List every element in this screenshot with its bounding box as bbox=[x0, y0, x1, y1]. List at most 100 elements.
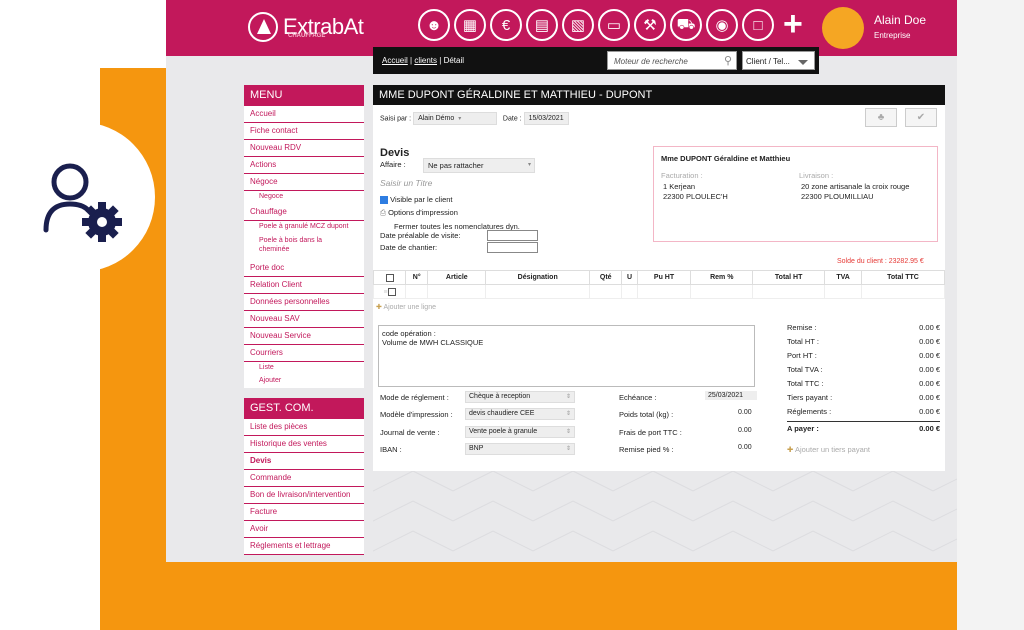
billing-label: Facturation : bbox=[661, 171, 703, 180]
cell[interactable] bbox=[824, 284, 862, 299]
select-all-checkbox[interactable] bbox=[385, 273, 394, 282]
search-input[interactable]: Moteur de recherche ⚲ bbox=[607, 51, 737, 70]
cell[interactable] bbox=[621, 284, 638, 299]
user-icon[interactable]: ☻ bbox=[418, 9, 450, 41]
folder-icon[interactable]: □ bbox=[742, 9, 774, 41]
affaire-select[interactable]: Ne pas rattacher ▾ bbox=[423, 158, 535, 173]
breadcrumb-clients[interactable]: clients bbox=[414, 56, 437, 65]
print-icon[interactable]: ⎙ bbox=[380, 208, 386, 217]
cell[interactable] bbox=[427, 284, 487, 299]
poids-value[interactable]: 0.00 bbox=[735, 408, 755, 417]
keyboard-icon[interactable]: ▧ bbox=[562, 9, 594, 41]
modele-value: devis chaudiere CEE bbox=[469, 410, 535, 417]
add-tiers-button[interactable]: ✚ Ajouter un tiers payant bbox=[787, 445, 870, 454]
chevron-down-icon: ⇕ bbox=[565, 446, 571, 452]
sidebar-item-fiche-contact[interactable]: Fiche contact bbox=[244, 123, 364, 140]
total-value: 0.00 € bbox=[919, 379, 940, 388]
mode-select[interactable]: Chèque à reception ⇕ bbox=[465, 391, 575, 403]
sidebar-item-donn-es-personnelles[interactable]: Données personnelles bbox=[244, 294, 364, 311]
invoice-icon[interactable]: ▤ bbox=[526, 9, 558, 41]
journal-select[interactable]: Vente poele à granule ⇕ bbox=[465, 426, 575, 438]
visite-date-field[interactable] bbox=[487, 230, 538, 241]
sidebar: MENU Accueil Fiche contact Nouveau RDV Acti… bbox=[244, 85, 364, 555]
top-icons: ☻ ▦ € ▤ ▧ ▭ ⚒ ⛟ ◉ □ bbox=[418, 9, 774, 41]
sidebar-item-facture[interactable]: Facture bbox=[244, 504, 364, 521]
total-row: Réglements : 0.00 € bbox=[787, 407, 940, 421]
add-icon[interactable]: + bbox=[783, 7, 803, 41]
search-icon[interactable]: ⚲ bbox=[724, 54, 732, 67]
avatar[interactable] bbox=[822, 7, 864, 49]
plus-icon: ✚ bbox=[787, 445, 794, 454]
sidebar-item-porte-doc[interactable]: Porte doc bbox=[244, 260, 364, 277]
client-select[interactable]: Client / Tel... bbox=[742, 51, 815, 70]
sidebar-item-liste-des-pi-ces[interactable]: Liste des pièces bbox=[244, 419, 364, 436]
billing-line-2: 22300 PLOULEC'H bbox=[663, 192, 728, 201]
add-line-button[interactable]: ✚ Ajouter une ligne bbox=[376, 303, 436, 311]
sidebar-item-negoce[interactable]: Negoce bbox=[244, 191, 364, 204]
cell[interactable] bbox=[485, 284, 591, 299]
echeance-field[interactable]: 25/03/2021 bbox=[705, 391, 757, 400]
map-pin-icon[interactable]: ◉ bbox=[706, 9, 738, 41]
sidebar-item-actions[interactable]: Actions bbox=[244, 157, 364, 174]
calendar-icon[interactable]: ▦ bbox=[454, 9, 486, 41]
row-checkbox[interactable] bbox=[387, 287, 396, 296]
frais-value[interactable]: 0.00 bbox=[735, 426, 755, 435]
user-role: Entreprise bbox=[874, 31, 911, 40]
check-icon[interactable]: ✔ bbox=[905, 108, 937, 127]
sidebar-item-historique-des-ventes[interactable]: Historique des ventes bbox=[244, 436, 364, 453]
sidebar-item-accueil[interactable]: Accueil bbox=[244, 106, 364, 123]
euro-icon[interactable]: € bbox=[490, 9, 522, 41]
iban-select[interactable]: BNP ⇕ bbox=[465, 443, 575, 455]
card-icon[interactable]: ▭ bbox=[598, 9, 630, 41]
sidebar-item-nouveau-service[interactable]: Nouveau Service bbox=[244, 328, 364, 345]
clover-icon[interactable]: ♣ bbox=[865, 108, 897, 127]
mode-label: Mode de réglement : bbox=[380, 393, 449, 402]
sidebar-item-courriers[interactable]: Courriers bbox=[244, 345, 364, 362]
sidebar-item-bon-de-livraison-intervention[interactable]: Bon de livraison/intervention bbox=[244, 487, 364, 504]
sidebar-item-nouveau-rdv[interactable]: Nouveau RDV bbox=[244, 140, 364, 157]
sidebar-item-relation-client[interactable]: Relation Client bbox=[244, 277, 364, 294]
title-input[interactable]: Saisir un Titre bbox=[380, 178, 432, 188]
cell[interactable] bbox=[752, 284, 826, 299]
sidebar-item-poele-granul-mcz-dupont[interactable]: Poele à granulé MCZ dupont bbox=[244, 221, 364, 234]
sidebar-item-nouveau-sav[interactable]: Nouveau SAV bbox=[244, 311, 364, 328]
cell[interactable] bbox=[589, 284, 623, 299]
truck-icon[interactable]: ⛟ bbox=[670, 9, 702, 41]
cell[interactable] bbox=[636, 284, 692, 299]
total-label: Total TTC : bbox=[787, 379, 824, 388]
notes-line-2: Volume de MWH CLASSIQUE bbox=[382, 338, 484, 347]
cell[interactable] bbox=[690, 284, 754, 299]
sidebar-item-commande[interactable]: Commande bbox=[244, 470, 364, 487]
total-value: 0.00 € bbox=[919, 424, 940, 433]
table-row: ≡ bbox=[373, 284, 946, 299]
sidebar-item-poele-bois-dans-la-chemin-e[interactable]: Poele à bois dans la cheminée bbox=[244, 234, 364, 260]
visible-label: Visible par le client bbox=[390, 195, 453, 204]
cell[interactable] bbox=[404, 284, 429, 299]
remise-pied-value[interactable]: 0.00 bbox=[735, 443, 755, 452]
options-label[interactable]: Options d'impression bbox=[388, 208, 458, 217]
sidebar-item-r-glements-et-lettrage[interactable]: Réglements et lettrage bbox=[244, 538, 364, 555]
total-label: A payer : bbox=[787, 424, 819, 433]
tools-icon[interactable]: ⚒ bbox=[634, 9, 666, 41]
cell[interactable] bbox=[860, 284, 946, 299]
breadcrumb-home[interactable]: Accueil bbox=[382, 56, 408, 65]
sidebar-item-liste[interactable]: Liste bbox=[244, 362, 364, 375]
notes-textarea[interactable]: code opération : Volume de MWH CLASSIQUE bbox=[378, 325, 755, 387]
saisi-select[interactable]: Alain Démo ▾ bbox=[413, 112, 498, 125]
user-name[interactable]: Alain Doe bbox=[874, 13, 926, 27]
sidebar-item-n-goce[interactable]: Négoce bbox=[244, 174, 364, 191]
logo[interactable]: ExtrabAt CHAUFFAGE bbox=[248, 12, 364, 42]
sidebar-item-chauffage[interactable]: Chauffage bbox=[244, 204, 364, 221]
total-value: 0.00 € bbox=[919, 393, 940, 402]
chantier-date-field[interactable] bbox=[487, 242, 538, 253]
sidebar-item-ajouter[interactable]: Ajouter bbox=[244, 375, 364, 388]
modele-select[interactable]: devis chaudiere CEE ⇕ bbox=[465, 408, 575, 420]
total-row: Port HT : 0.00 € bbox=[787, 351, 940, 365]
date-field[interactable]: 15/03/2021 bbox=[523, 112, 569, 125]
table-header: N° Article Désignation Qté U Pu HT Rem % Total … bbox=[373, 270, 946, 285]
column-header: Total TTC bbox=[860, 270, 946, 285]
column-header: Pu HT bbox=[636, 270, 692, 285]
sidebar-item-devis[interactable]: Devis bbox=[244, 453, 364, 470]
visible-checkbox[interactable] bbox=[380, 196, 388, 205]
sidebar-item-avoir[interactable]: Avoir bbox=[244, 521, 364, 538]
